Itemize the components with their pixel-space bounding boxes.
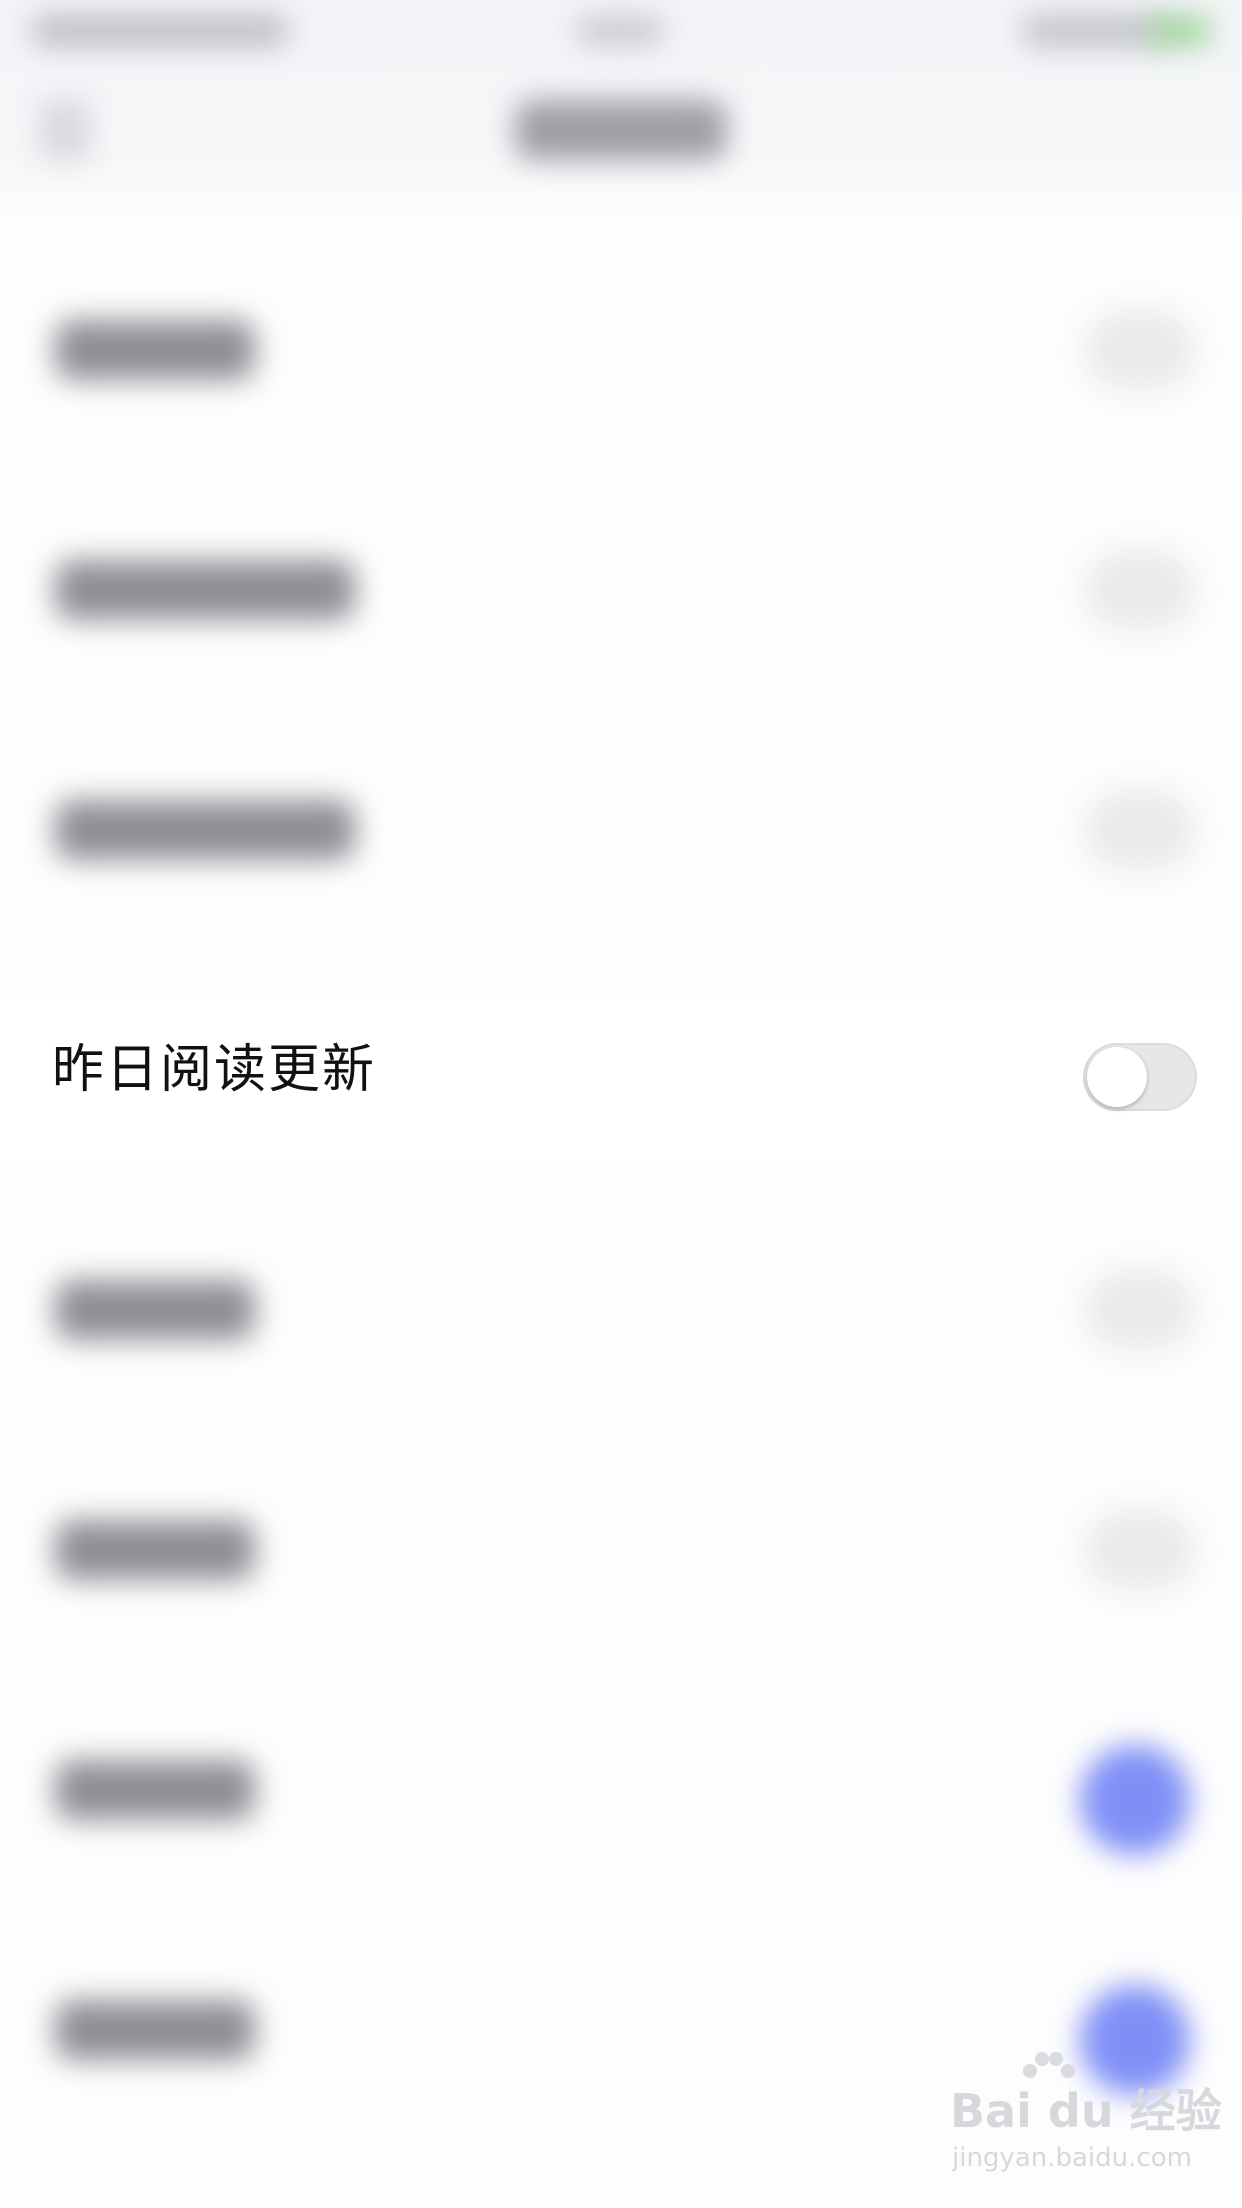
- row-label: [55, 2000, 255, 2060]
- row-toggle[interactable]: [1085, 790, 1195, 870]
- row-toggle[interactable]: [1085, 1270, 1195, 1350]
- settings-row-5[interactable]: [0, 1200, 1242, 1440]
- status-bar-carrier: [30, 14, 290, 48]
- settings-row-1[interactable]: [0, 240, 1242, 480]
- status-bar-indicators: [1020, 14, 1170, 48]
- row-toggle[interactable]: [1085, 1510, 1195, 1590]
- row-label: [55, 800, 355, 860]
- page-title: [515, 100, 727, 160]
- row-label: [55, 1760, 255, 1820]
- row-label: [55, 1280, 255, 1340]
- nav-header: [0, 0, 1242, 220]
- watermark-logo-text: Bai du 经验: [950, 2084, 1222, 2138]
- row-toggle[interactable]: [1085, 550, 1195, 630]
- settings-row-3[interactable]: [0, 720, 1242, 960]
- row-toggle-on[interactable]: [1080, 1745, 1190, 1855]
- baidu-jingyan-watermark: Bai du 经验 jingyan.baidu.com: [950, 2052, 1222, 2185]
- settings-screen: 昨日阅读更新 Bai du 经验 jingyan.baidu.com: [0, 0, 1242, 2208]
- settings-row-2[interactable]: [0, 480, 1242, 720]
- toggle-knob: [1087, 1047, 1147, 1107]
- yesterday-reading-update-toggle[interactable]: [1083, 1043, 1197, 1111]
- row-label: [55, 320, 255, 380]
- battery-icon: [1150, 16, 1210, 46]
- row-label: [55, 1520, 255, 1580]
- watermark-url: jingyan.baidu.com: [952, 2143, 1192, 2173]
- row-toggle[interactable]: [1085, 310, 1195, 390]
- back-button[interactable]: [40, 100, 90, 160]
- status-bar-time: [575, 16, 665, 46]
- settings-row-7[interactable]: [0, 1680, 1242, 1920]
- setting-label: 昨日阅读更新: [52, 1040, 377, 1100]
- settings-row-6[interactable]: [0, 1440, 1242, 1680]
- row-label: [55, 560, 355, 620]
